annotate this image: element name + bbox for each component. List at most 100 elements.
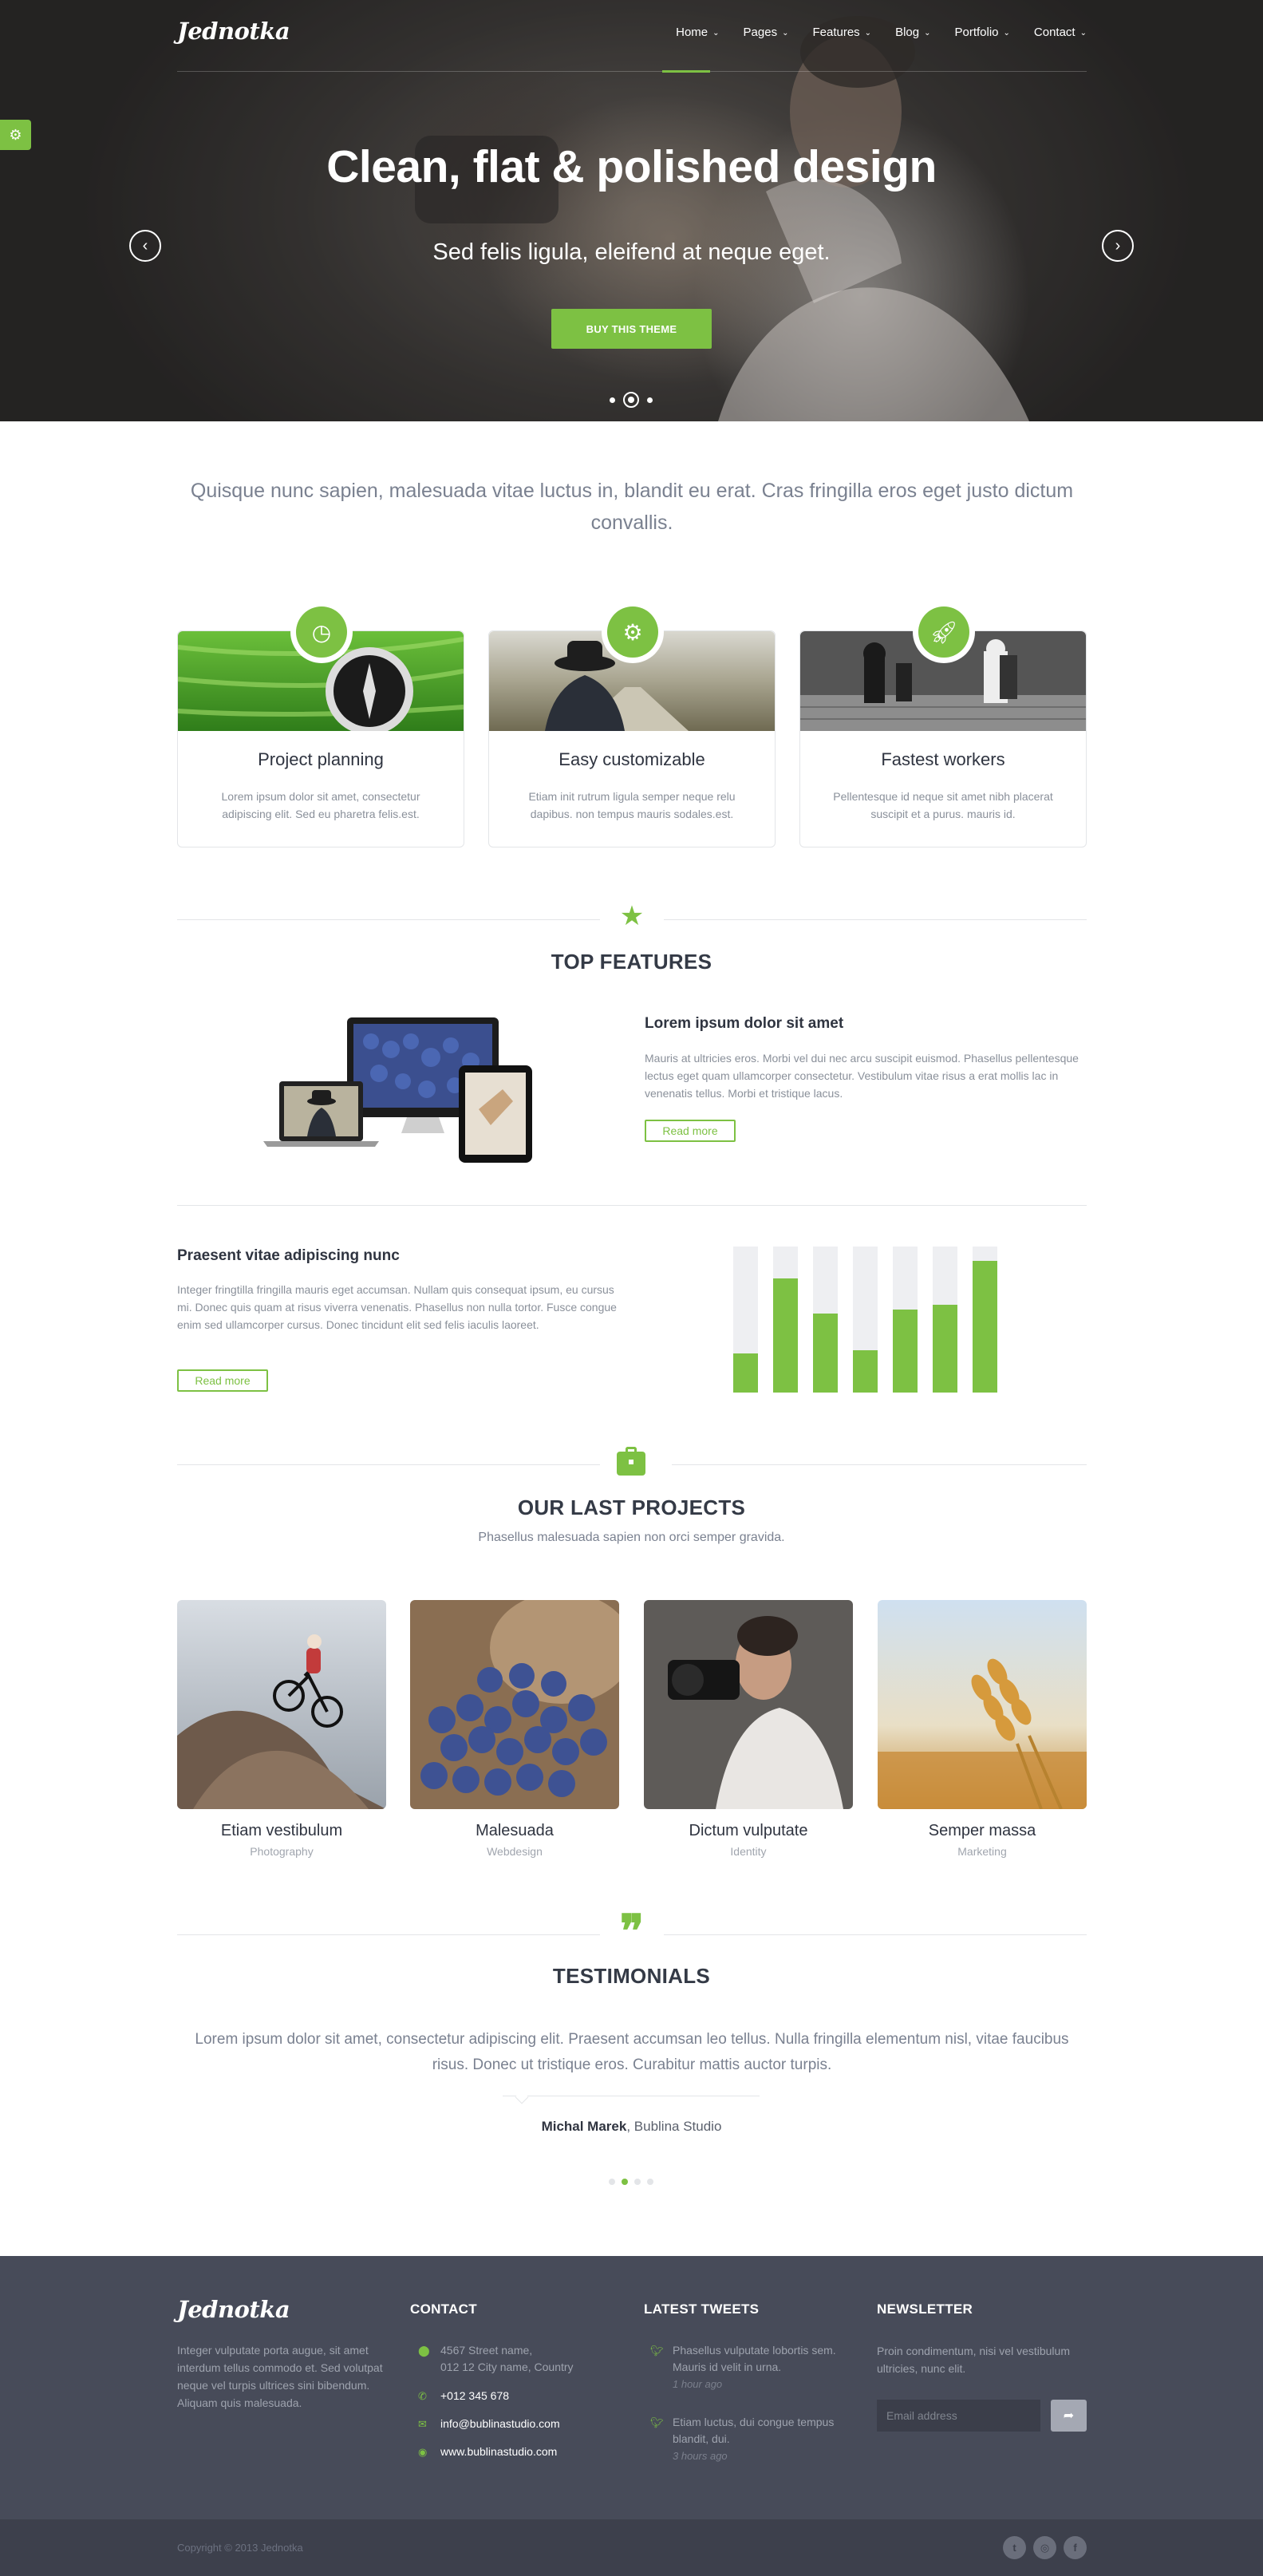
section-divider xyxy=(672,1464,1087,1465)
dribbble-icon[interactable]: ◎ xyxy=(1033,2536,1056,2559)
chevron-down-icon: ⌄ xyxy=(712,29,720,38)
service-card: ⚙ Easy customizable Etiam init rutrum li… xyxy=(488,601,776,847)
feature-text: Integer fringtilla fringilla mauris eget… xyxy=(177,1283,617,1331)
read-more-button[interactable]: Read more xyxy=(645,1120,736,1142)
nav-item-home[interactable]: Home ⌄ xyxy=(676,26,719,39)
slider-dot-active[interactable] xyxy=(623,392,639,408)
testimonial-dot[interactable] xyxy=(634,2179,641,2185)
feature-title: Lorem ipsum dolor sit amet xyxy=(645,1015,844,1032)
project-image xyxy=(410,1600,619,1809)
twitter-bird-icon: 🐦︎ xyxy=(650,2345,664,2357)
facebook-icon[interactable]: f xyxy=(1064,2536,1087,2559)
photographer-photo xyxy=(644,1600,853,1809)
footer-address: ⬤ 4567 Street name, 012 12 City name, Cou… xyxy=(418,2342,574,2376)
service-badge: ◷ xyxy=(290,601,353,663)
project-category: Webdesign xyxy=(487,1845,543,1858)
slider-next-button[interactable]: › xyxy=(1102,230,1134,262)
tweet-time: 1 hour ago xyxy=(673,2378,723,2390)
bar-track xyxy=(893,1247,918,1393)
nav-label: Blog xyxy=(895,26,920,39)
footer-website[interactable]: ◉ www.bublinastudio.com xyxy=(418,2444,557,2460)
service-text: Pellentesque id neque sit amet nibh plac… xyxy=(833,790,1053,820)
nav-active-indicator xyxy=(662,70,710,73)
nav-item-pages[interactable]: Pages ⌄ xyxy=(744,26,789,39)
buy-theme-button[interactable]: BUY THIS THEME xyxy=(551,309,712,349)
slider-dot[interactable] xyxy=(610,397,615,403)
nav-label: Home xyxy=(676,26,708,39)
hero-subtitle: Sed felis ligula, eleifend at neque eget… xyxy=(432,239,831,265)
footer-about-text: Integer vulputate porta augue, sit amet … xyxy=(177,2344,383,2409)
newsletter-email-input[interactable] xyxy=(877,2400,1040,2432)
bar-track xyxy=(813,1247,838,1393)
nav-item-portfolio[interactable]: Portfolio ⌄ xyxy=(954,26,1009,39)
project-category: Marketing xyxy=(957,1845,1007,1858)
testimonial-dot[interactable] xyxy=(609,2179,615,2185)
chevron-right-icon: › xyxy=(1115,236,1121,255)
phone-text: +012 345 678 xyxy=(440,2389,510,2402)
footer-logo[interactable]: Jednotka xyxy=(177,2296,290,2323)
bar-fill xyxy=(773,1278,798,1393)
footer: Jednotka Integer vulputate porta augue, … xyxy=(0,2256,1263,2519)
section-title-testimonials: TESTIMONIALS xyxy=(552,1964,711,1988)
bar-fill xyxy=(933,1305,957,1393)
nav-item-blog[interactable]: Blog ⌄ xyxy=(895,26,930,39)
nav-item-contact[interactable]: Contact ⌄ xyxy=(1034,26,1087,39)
footer-tweets-title: LATEST TWEETS xyxy=(644,2301,760,2317)
blueberries-photo xyxy=(410,1600,619,1809)
service-badge: ⚙ xyxy=(602,601,664,663)
nav-label: Contact xyxy=(1033,26,1076,39)
wheat-photo xyxy=(878,1600,1087,1809)
website-link[interactable]: www.bublinastudio.com xyxy=(440,2444,557,2460)
bar-track xyxy=(773,1247,798,1393)
bar-fill xyxy=(853,1350,878,1393)
footer-email[interactable]: ✉ info@bublinastudio.com xyxy=(418,2416,560,2432)
project-card[interactable]: Etiam vestibulum Photography xyxy=(177,1600,386,1858)
cyclist-photo xyxy=(177,1600,386,1809)
project-title: Dictum vulputate xyxy=(689,1822,808,1839)
quote-icon: ❞ xyxy=(619,1905,645,1958)
project-category: Photography xyxy=(250,1845,314,1858)
rocket-icon: 🚀︎ xyxy=(918,606,969,658)
chevron-left-icon: ‹ xyxy=(142,236,148,255)
newsletter-submit-button[interactable]: ➦ xyxy=(1051,2400,1087,2432)
bar-fill xyxy=(973,1261,997,1393)
slider-prev-button[interactable]: ‹ xyxy=(129,230,161,262)
slider-dot[interactable] xyxy=(647,397,653,403)
nav-divider xyxy=(177,71,1087,72)
twitter-bird-icon: 🐦︎ xyxy=(650,2416,664,2428)
hero-title: Clean, flat & polished design xyxy=(326,141,937,192)
content-divider xyxy=(177,1205,1087,1206)
service-text: Etiam init rutrum ligula semper neque re… xyxy=(528,790,736,820)
feature-title: Praesent vitae adipiscing nunc xyxy=(177,1247,400,1264)
project-title: Semper massa xyxy=(928,1822,1036,1839)
project-title: Malesuada xyxy=(476,1822,554,1839)
service-title: Fastest workers xyxy=(881,749,1005,769)
project-card[interactable]: Dictum vulputate Identity xyxy=(644,1600,853,1858)
newsletter-text: Proin condimentum, nisi vel vestibulum u… xyxy=(877,2345,1070,2375)
chevron-down-icon: ⌄ xyxy=(1079,29,1087,38)
project-card[interactable]: Malesuada Webdesign xyxy=(410,1600,619,1858)
service-badge: 🚀︎ xyxy=(913,601,975,663)
copyright-text: Copyright © 2013 Jednotka xyxy=(177,2542,303,2554)
testimonial-dot[interactable] xyxy=(647,2179,653,2185)
email-link[interactable]: info@bublinastudio.com xyxy=(440,2416,560,2432)
tweet-time: 3 hours ago xyxy=(673,2450,728,2462)
nav-label: Pages xyxy=(743,26,778,39)
section-divider xyxy=(664,919,1087,920)
bar-track xyxy=(853,1247,878,1393)
site-logo[interactable]: Jednotka xyxy=(177,18,290,45)
section-title-projects: OUR LAST PROJECTS xyxy=(517,1495,746,1519)
read-more-button[interactable]: Read more xyxy=(177,1369,268,1392)
service-title: Project planning xyxy=(258,749,384,769)
section-divider xyxy=(177,1934,600,1935)
nav-label: Portfolio xyxy=(954,26,999,39)
tweet-body: Etiam luctus, dui congue tempus blandit,… xyxy=(673,2414,858,2464)
nav-item-features[interactable]: Features ⌄ xyxy=(812,26,871,39)
testimonial-dot-active[interactable] xyxy=(622,2179,628,2185)
feature-text: Mauris at ultricies eros. Morbi vel dui … xyxy=(645,1052,1079,1100)
twitter-icon[interactable]: t xyxy=(1003,2536,1026,2559)
bar-track xyxy=(733,1247,758,1393)
slider-dots xyxy=(610,392,653,408)
project-card[interactable]: Semper massa Marketing xyxy=(878,1600,1087,1858)
bar-track xyxy=(933,1247,957,1393)
